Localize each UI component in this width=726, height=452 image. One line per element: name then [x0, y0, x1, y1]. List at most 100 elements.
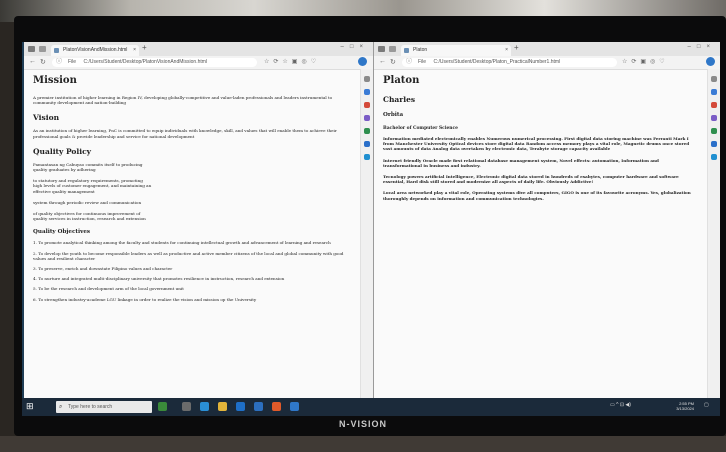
tab-vision-mission[interactable]: PlatonVisionAndMission.html × — [51, 45, 139, 56]
url-text: C:/Users/Student/Desktop/PlatonVisionAnd… — [83, 59, 208, 65]
mission-text: A premier institution of higher learning… — [33, 95, 333, 106]
refresh-icon[interactable]: ↻ — [40, 58, 46, 66]
shopping-icon[interactable] — [711, 102, 717, 108]
back-icon[interactable]: ← — [379, 58, 386, 65]
vision-text: As an institution of higher learning, Pn… — [33, 128, 337, 139]
paragraph-3: Tecnology powers artificial Intelligence… — [383, 174, 679, 185]
toolbar-icons[interactable]: ☆⟳☆▣◎♡ — [264, 58, 320, 65]
edge-copilot-icon[interactable] — [358, 57, 367, 66]
paragraph-4: Local area networked play a vital role, … — [383, 190, 691, 201]
paragraph-1: Information mediated electronically enab… — [383, 136, 690, 152]
address-bar-row: ← ↻ ⓘ File C:/Users/Student/Desktop/Plat… — [374, 56, 720, 70]
tab-bar: PlatonVisionAndMission.html × + –□× — [24, 42, 373, 56]
list-item: 2. To develop the youth to become respon… — [33, 250, 344, 261]
new-tab-button[interactable]: + — [142, 43, 147, 52]
file-explorer-icon[interactable] — [218, 402, 227, 411]
file-label: File — [68, 59, 77, 65]
quality-policy-heading: Quality Policy — [33, 146, 92, 156]
search-placeholder: Type here to search — [68, 404, 113, 410]
url-text: C:/Users/Student/Desktop/Platon_Practica… — [433, 59, 561, 65]
tab-bar: Platon × + –□× — [374, 42, 720, 56]
clock-date: 3/13/2024 — [676, 406, 694, 411]
tab-title: Platon — [413, 47, 428, 53]
notification-icon[interactable]: ▢ — [704, 402, 709, 408]
address-bar-row: ← ↻ ⓘ File C:/Users/Student/Desktop/Plat… — [24, 56, 373, 70]
page-content: Mission A premier institution of higher … — [24, 69, 360, 398]
browser-window-right: Platon × + –□× ← ↻ ⓘ File C:/Users/Stude… — [374, 42, 720, 398]
window-controls[interactable]: –□× — [688, 44, 716, 50]
quality-objectives-heading: Quality Objectives — [33, 229, 91, 236]
profile-icon[interactable] — [378, 46, 385, 52]
info-icon: ⓘ — [406, 59, 413, 65]
tools-icon[interactable] — [364, 115, 370, 121]
list-item: 6. To strengthen industry-academe LGU li… — [33, 296, 257, 302]
list-item: 5. To be the research and development ar… — [33, 286, 184, 292]
info-icon: ⓘ — [56, 59, 63, 65]
quality-policy-text-4: of quality objectives for continuous imp… — [33, 211, 146, 222]
brave-icon[interactable] — [272, 402, 281, 411]
tab-platon[interactable]: Platon × — [401, 45, 511, 56]
close-tab-icon[interactable]: × — [133, 45, 136, 56]
url-field[interactable]: ⓘ File C:/Users/Student/Desktop/PlatonVi… — [52, 58, 257, 67]
edge-copilot-icon[interactable] — [706, 57, 715, 66]
mail-icon[interactable] — [254, 402, 263, 411]
student-surname: Orbita — [383, 112, 404, 118]
vision-heading: Vision — [33, 113, 60, 123]
discover-icon[interactable] — [364, 89, 370, 95]
games-icon[interactable] — [364, 128, 370, 134]
office-icon[interactable] — [711, 141, 717, 147]
search-icon[interactable] — [364, 76, 370, 82]
close-tab-icon[interactable]: × — [505, 45, 508, 56]
outlook-icon[interactable] — [711, 154, 717, 160]
list-item: 1. To promote analytical thinking among … — [33, 240, 331, 246]
taskbar: ⊞ ⌕ Type here to search ▭ ^ ⊡ ◀) 2:55 PM… — [22, 398, 720, 416]
list-item: 4. To nurture and integrated multi-disci… — [33, 276, 285, 282]
shopping-icon[interactable] — [364, 102, 370, 108]
taskbar-search-box[interactable]: ⌕ Type here to search — [56, 401, 152, 413]
course-label: Bachelor of Computer Science — [383, 126, 458, 131]
task-view-icon[interactable] — [182, 402, 191, 411]
file-label: File — [418, 59, 427, 65]
mission-heading: Mission — [33, 75, 77, 86]
page-favicon-icon — [404, 48, 409, 53]
list-item: 3. To preserve, enrich and downstate Fil… — [33, 266, 173, 272]
tools-icon[interactable] — [711, 115, 717, 121]
search-highlight-icon[interactable] — [158, 402, 167, 411]
back-icon[interactable]: ← — [29, 58, 36, 65]
search-icon[interactable] — [711, 76, 717, 82]
search-icon: ⌕ — [59, 404, 63, 410]
edge-sidebar — [707, 69, 720, 398]
quality-policy-text-1: Pamantasan ng Cabuyao commits itself to … — [33, 161, 143, 173]
toolbar-icons[interactable]: ☆⟳▣◎♡ — [622, 58, 669, 65]
tab-title: PlatonVisionAndMission.html — [63, 47, 128, 53]
monitor-brand-logo: N-VISION — [338, 419, 387, 429]
workspaces-icon[interactable] — [389, 46, 396, 52]
desktop-screen: PlatonVisionAndMission.html × + –□× ← ↻ … — [22, 42, 720, 416]
office-icon[interactable] — [364, 141, 370, 147]
page-content: Platon Charles Orbita Bachelor of Comput… — [374, 69, 707, 398]
workspaces-icon[interactable] — [39, 46, 46, 52]
quality-policy-text-2: to statutory and regulatory requirements… — [33, 178, 152, 194]
edge-icon[interactable] — [290, 402, 299, 411]
tray-icons[interactable]: ▭ ^ ⊡ ◀) — [610, 402, 631, 408]
paragraph-2: Internet friendly Oracle made first rela… — [383, 157, 659, 168]
system-clock[interactable]: 2:55 PM 3/13/2024 — [676, 401, 694, 411]
browser-window-left: PlatonVisionAndMission.html × + –□× ← ↻ … — [24, 42, 374, 398]
new-tab-button[interactable]: + — [514, 43, 519, 52]
desk-surface — [0, 436, 726, 452]
page-title: Platon — [383, 75, 420, 86]
store-icon[interactable] — [236, 402, 245, 411]
games-icon[interactable] — [711, 128, 717, 134]
window-controls[interactable]: –□× — [341, 44, 369, 50]
outlook-icon[interactable] — [364, 154, 370, 160]
refresh-icon[interactable]: ↻ — [390, 58, 396, 66]
discover-icon[interactable] — [711, 89, 717, 95]
objectives-list: 1. To promote analytical thinking among … — [33, 240, 351, 301]
edge-taskbar-icon[interactable] — [200, 402, 209, 411]
edge-sidebar — [360, 69, 373, 398]
student-name: Charles — [383, 95, 416, 104]
page-favicon-icon — [54, 48, 59, 53]
url-field[interactable]: ⓘ File C:/Users/Student/Desktop/Platon_P… — [402, 58, 617, 67]
windows-start-icon[interactable]: ⊞ — [26, 402, 35, 411]
profile-icon[interactable] — [28, 46, 35, 52]
